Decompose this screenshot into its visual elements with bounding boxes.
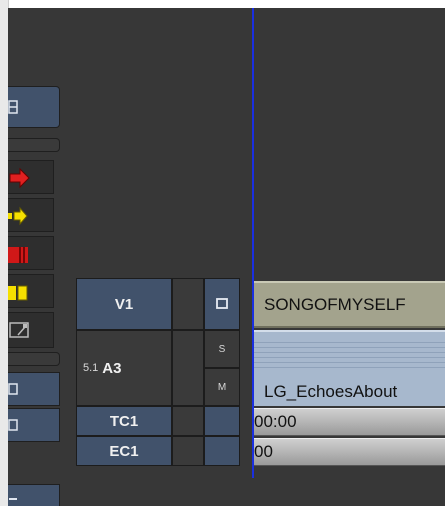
- timecode-track-bar: 00:00: [254, 408, 445, 436]
- audio-clip[interactable]: LG_EchoesAbout: [254, 330, 445, 406]
- mark-in-button[interactable]: [8, 160, 54, 194]
- video-clip[interactable]: SONGOFMYSELF: [254, 281, 445, 328]
- clip-name: LG_EchoesAbout: [264, 382, 398, 401]
- track-selector-tc1[interactable]: TC1: [76, 406, 172, 436]
- timeline-window: V1 5.1 A3 S M TC1 EC1 SONGOFMYSELF LG_Ec…: [8, 8, 445, 506]
- palette-divider: [8, 138, 60, 152]
- position-indicator[interactable]: [252, 8, 254, 478]
- mark-out-button[interactable]: [8, 198, 54, 232]
- mute-button-a3[interactable]: M: [204, 368, 240, 406]
- audio-waveform-lines: [254, 338, 445, 370]
- square-icon: [8, 419, 18, 431]
- palette-button-3[interactable]: [8, 484, 60, 506]
- solo-label: S: [218, 343, 226, 355]
- grid-icon: [8, 100, 18, 114]
- track-label: EC1: [109, 442, 139, 460]
- track-selector-v1[interactable]: V1: [76, 278, 172, 330]
- trim-mode-button[interactable]: [8, 312, 54, 348]
- track-label: V1: [114, 295, 134, 313]
- trim-icon: [9, 322, 29, 338]
- square-icon: [8, 383, 18, 395]
- channel-format-label: 5.1: [83, 362, 99, 374]
- track-monitor-ec1[interactable]: [204, 436, 240, 466]
- timecode-readout: 00:00: [254, 412, 297, 431]
- track-monitor-tc1[interactable]: [204, 406, 240, 436]
- track-label: A3: [102, 359, 122, 377]
- clip-name: SONGOFMYSELF: [264, 294, 406, 314]
- grid-view-button[interactable]: [8, 86, 60, 128]
- track-lock-tc1[interactable]: [172, 406, 204, 436]
- track-monitor-v1[interactable]: [204, 278, 240, 330]
- track-lock-ec1[interactable]: [172, 436, 204, 466]
- edgecode-track-bar: 00: [254, 438, 445, 466]
- track-selector-ec1[interactable]: EC1: [76, 436, 172, 466]
- edgecode-readout: 00: [254, 442, 273, 461]
- palette-divider: [8, 352, 60, 366]
- yellow-arrow-icon: [8, 206, 28, 226]
- red-clip-icon: [8, 247, 28, 263]
- track-lock-v1[interactable]: [172, 278, 204, 330]
- lift-button[interactable]: [8, 236, 54, 270]
- extract-button[interactable]: [8, 274, 54, 308]
- palette-button-2[interactable]: [8, 408, 60, 442]
- mute-label: M: [217, 381, 227, 393]
- track-label: TC1: [109, 412, 139, 430]
- yellow-clip-icon: [8, 285, 28, 301]
- red-arrow-icon: [9, 167, 30, 189]
- track-selector-a3[interactable]: 5.1 A3: [76, 330, 172, 406]
- solo-button-a3[interactable]: S: [204, 330, 240, 368]
- track-lock-a3[interactable]: [172, 330, 204, 406]
- square-icon: [216, 298, 228, 309]
- square-icon: [9, 498, 17, 500]
- palette-button-1[interactable]: [8, 372, 60, 406]
